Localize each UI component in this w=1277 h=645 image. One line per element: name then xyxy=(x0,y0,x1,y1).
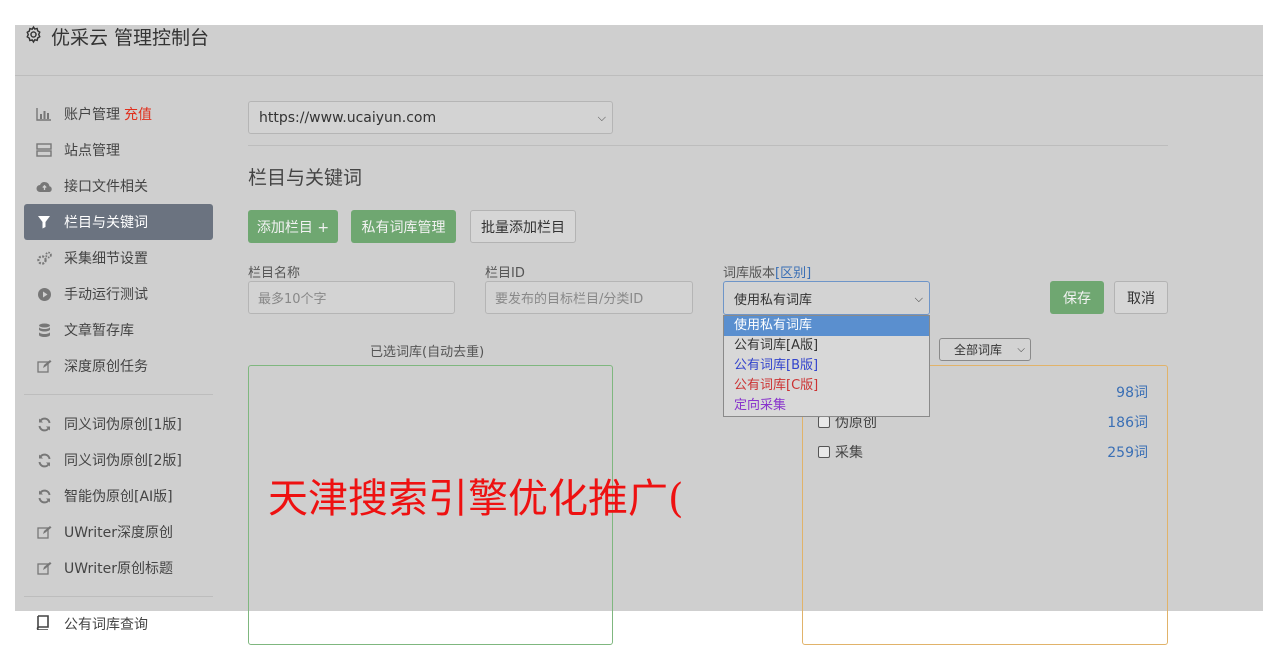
panel-edge xyxy=(248,611,249,636)
sidebar-item-columns[interactable]: 栏目与关键词 xyxy=(24,204,213,240)
refresh-icon xyxy=(35,415,53,433)
sidebar-item-label: 站点管理 xyxy=(64,143,120,159)
sidebar-item-label: 手动运行测试 xyxy=(64,287,148,303)
sidebar-item-label: 接口文件相关 xyxy=(64,179,148,195)
section-divider xyxy=(248,145,1168,146)
sidebar-item-manual-run[interactable]: 手动运行测试 xyxy=(24,276,213,312)
panel-edge xyxy=(802,611,803,636)
database-icon xyxy=(35,321,53,339)
sidebar-item-label: 同义词伪原创[1版] xyxy=(64,417,182,433)
library-count: 259词 xyxy=(1107,445,1148,461)
filter-icon xyxy=(35,213,53,231)
library-filter-select[interactable]: 全部词库 ⌵ xyxy=(939,338,1031,361)
sidebar-item-account[interactable]: 账户管理 充值 xyxy=(24,96,213,132)
panel-edge xyxy=(612,611,613,636)
panel-edge xyxy=(1167,611,1168,636)
chevron-down-icon: ⌵ xyxy=(914,292,923,305)
dropdown-option[interactable]: 使用私有词库 xyxy=(724,316,929,336)
gears-icon xyxy=(35,249,53,267)
library-checkbox[interactable] xyxy=(818,446,830,458)
site-select[interactable]: https://www.ucaiyun.com ⌵ xyxy=(248,101,613,134)
overlay-caption: 天津搜索引擎优化推广( xyxy=(268,476,684,522)
play-circle-icon xyxy=(35,285,53,303)
sidebar-item-label: 栏目与关键词 xyxy=(64,215,148,231)
site-select-value: https://www.ucaiyun.com xyxy=(259,109,437,126)
sidebar-item-label: 采集细节设置 xyxy=(64,251,148,267)
library-row[interactable]: 采集 259词 xyxy=(818,442,1148,462)
library-version-select[interactable]: 使用私有词库 ⌵ xyxy=(723,281,930,315)
recharge-link[interactable]: 充值 xyxy=(124,104,152,124)
sidebar-item-label: 同义词伪原创[2版] xyxy=(64,453,182,469)
cloud-upload-icon xyxy=(35,177,53,195)
app-title: 优采云 管理控制台 xyxy=(51,27,210,49)
sidebar-item-label: 文章暂存库 xyxy=(64,323,134,339)
sidebar-item-deep-original[interactable]: 深度原创任务 xyxy=(24,348,213,384)
library-name: 采集 xyxy=(835,445,863,461)
save-button[interactable]: 保存 xyxy=(1050,281,1104,314)
cancel-button[interactable]: 取消 xyxy=(1114,281,1168,314)
column-name-label: 栏目名称 xyxy=(248,266,301,281)
edit-icon xyxy=(35,523,53,541)
sidebar-item-ai-rewrite[interactable]: 智能伪原创[AI版] xyxy=(24,478,213,514)
sidebar-item-label: 账户管理 xyxy=(64,107,120,123)
private-library-button[interactable]: 私有词库管理 xyxy=(351,210,456,243)
column-id-label: 栏目ID xyxy=(485,266,525,281)
sidebar-item-synonym-v1[interactable]: 同义词伪原创[1版] xyxy=(24,406,213,442)
sidebar-item-label: UWriter深度原创 xyxy=(64,525,173,541)
bottom-strip xyxy=(0,611,1277,636)
dropdown-option[interactable]: 公有词库[B版] xyxy=(724,356,929,376)
library-version-value: 使用私有词库 xyxy=(734,292,813,308)
sidebar-item-label: 公有词库查询 xyxy=(64,617,148,633)
edit-icon xyxy=(35,357,53,375)
edit-icon xyxy=(35,559,53,577)
dropdown-option[interactable]: 公有词库[C版] xyxy=(724,376,929,396)
sidebar-item-label: UWriter原创标题 xyxy=(64,561,173,577)
chevron-down-icon: ⌵ xyxy=(597,111,606,124)
sidebar-item-sites[interactable]: 站点管理 xyxy=(24,132,213,168)
refresh-icon xyxy=(35,451,53,469)
sidebar-divider xyxy=(24,394,213,395)
sidebar-item-collect-settings[interactable]: 采集细节设置 xyxy=(24,240,213,276)
difference-link[interactable]: [区别] xyxy=(775,266,811,281)
sidebar-item-public-lib-query[interactable]: 公有词库查询 xyxy=(35,614,148,634)
sidebar-item-interface[interactable]: 接口文件相关 xyxy=(24,168,213,204)
chevron-down-icon: ⌵ xyxy=(1017,344,1025,355)
library-version-text: 词库版本 xyxy=(723,266,776,281)
library-count: 186词 xyxy=(1107,415,1148,431)
brand: 优采云 管理控制台 xyxy=(24,23,209,50)
library-checkbox[interactable] xyxy=(818,416,830,428)
refresh-icon xyxy=(35,487,53,505)
sidebar-divider xyxy=(24,596,213,597)
dropdown-option[interactable]: 公有词库[A版] xyxy=(724,336,929,356)
column-name-input[interactable]: 最多10个字 xyxy=(248,281,455,314)
bar-chart-icon xyxy=(35,105,53,123)
top-margin xyxy=(0,0,1277,25)
column-id-input[interactable]: 要发布的目标栏目/分类ID xyxy=(485,281,693,314)
library-version-label: 词库版本[区别] xyxy=(723,262,811,281)
dropdown-option[interactable]: 定向采集 xyxy=(724,396,929,416)
add-column-button[interactable]: 添加栏目 + xyxy=(248,210,338,243)
page-title: 栏目与关键词 xyxy=(248,167,363,189)
sidebar-item-synonym-v2[interactable]: 同义词伪原创[2版] xyxy=(24,442,213,478)
gear-icon xyxy=(24,25,43,49)
library-version-dropdown: 使用私有词库 公有词库[A版] 公有词库[B版] 公有词库[C版] 定向采集 xyxy=(723,315,930,417)
sidebar-item-uwriter-title[interactable]: UWriter原创标题 xyxy=(24,550,213,586)
sidebar: 账户管理 充值 站点管理 接口文件相关 栏目与关键词 采集细节设置 手动运行测试 xyxy=(24,96,213,608)
sidebar-item-article-store[interactable]: 文章暂存库 xyxy=(24,312,213,348)
right-margin xyxy=(1263,0,1277,636)
sidebar-item-label: 智能伪原创[AI版] xyxy=(64,489,173,505)
selected-libraries-caption: 已选词库(自动去重) xyxy=(370,345,485,360)
library-count: 98词 xyxy=(1116,385,1148,401)
batch-add-column-button[interactable]: 批量添加栏目 xyxy=(470,210,576,243)
server-icon xyxy=(35,141,53,159)
book-icon xyxy=(35,614,53,634)
sidebar-item-uwriter-deep[interactable]: UWriter深度原创 xyxy=(24,514,213,550)
sidebar-item-label: 深度原创任务 xyxy=(64,359,148,375)
library-filter-value: 全部词库 xyxy=(954,343,1003,357)
